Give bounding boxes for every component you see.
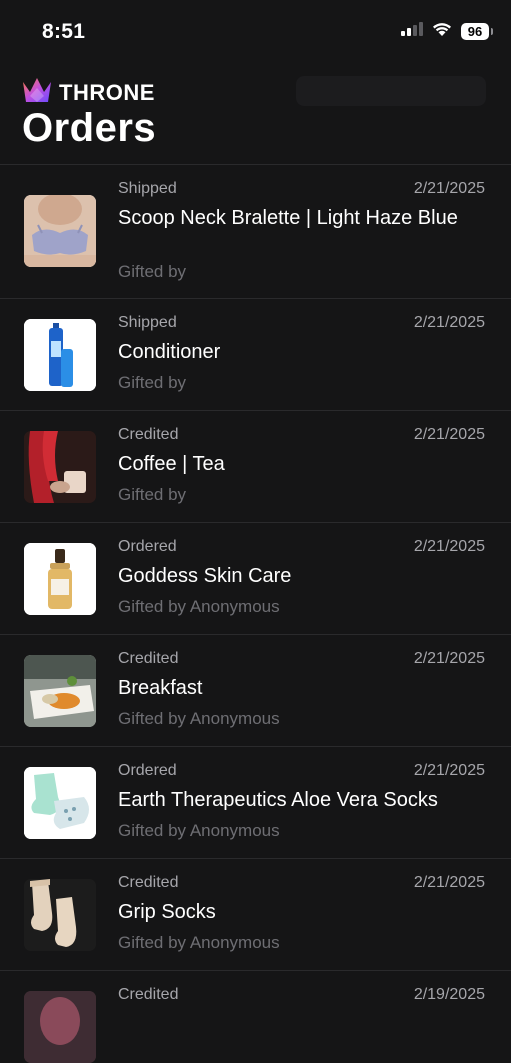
gifted-by-label: Gifted by: [118, 373, 187, 392]
gifted-by-label: Gifted by: [118, 485, 187, 504]
order-status: Shipped: [118, 314, 177, 331]
gifted-by: Gifted by: [118, 373, 186, 393]
order-date: 2/21/2025: [413, 538, 485, 555]
order-date: 2/21/2025: [413, 314, 485, 331]
order-title: Breakfast: [118, 677, 203, 699]
gifted-by: Gifted by Anonymous: [118, 933, 280, 953]
status-time: 8:51: [42, 20, 86, 43]
order-row[interactable]: Credited 2/21/2025 Coffee | Tea Gifted b…: [0, 411, 511, 523]
gifter-name: Anonymous: [189, 821, 280, 840]
order-date: 2/21/2025: [413, 874, 485, 891]
gifted-by: Gifted by Anonymous: [118, 821, 280, 841]
gifted-by-label: Gifted by: [118, 709, 187, 728]
product-image-partial: [24, 991, 96, 1063]
product-image-aloe-socks: [24, 767, 96, 839]
order-row[interactable]: Ordered 2/21/2025 Earth Therapeutics Alo…: [0, 747, 511, 859]
orders-list: Shipped 2/21/2025 Scoop Neck Bralette | …: [0, 165, 511, 1063]
order-status: Credited: [118, 426, 179, 443]
product-image-skin-care: [24, 543, 96, 615]
order-title: Goddess Skin Care: [118, 565, 292, 587]
order-row[interactable]: Ordered 2/21/2025 Goddess Skin Care Gift…: [0, 523, 511, 635]
order-title: Grip Socks: [118, 901, 216, 923]
product-image-bralette: [24, 195, 96, 267]
gifter-name: Anonymous: [189, 709, 280, 728]
gifted-by: Gifted by Anonymous: [118, 597, 280, 617]
status-bar: 8:51 96: [0, 0, 511, 64]
order-row[interactable]: Shipped 2/21/2025 Scoop Neck Bralette | …: [0, 165, 511, 299]
order-date: 2/21/2025: [413, 650, 485, 667]
order-title: Coffee | Tea: [118, 453, 225, 475]
gifter-name: Anonymous: [189, 597, 280, 616]
order-status: Ordered: [118, 762, 177, 779]
cellular-signal-icon: [401, 22, 423, 41]
battery-icon: 96: [461, 23, 493, 40]
order-status: Credited: [118, 874, 179, 891]
order-date: 2/21/2025: [413, 180, 485, 197]
header-action[interactable]: [296, 76, 486, 106]
wifi-icon: [431, 21, 453, 42]
gifted-by-label: Gifted by: [118, 597, 187, 616]
page-title: Orders: [22, 106, 157, 150]
order-status: Ordered: [118, 538, 177, 555]
order-status: Shipped: [118, 180, 177, 197]
order-status: Credited: [118, 650, 179, 667]
product-image-conditioner: [24, 319, 96, 391]
product-image-breakfast: [24, 655, 96, 727]
gifted-by-label: Gifted by: [118, 821, 187, 840]
order-title: Earth Therapeutics Aloe Vera Socks: [118, 789, 438, 811]
order-status: Credited: [118, 986, 179, 1003]
order-row[interactable]: Credited 2/21/2025 Grip Socks Gifted by …: [0, 859, 511, 971]
gifter-name: Anonymous: [189, 933, 280, 952]
gifted-by-label: Gifted by: [118, 262, 187, 281]
order-title: Conditioner: [118, 341, 221, 363]
order-row[interactable]: Credited 2/21/2025 Breakfast Gifted by A…: [0, 635, 511, 747]
brand-name: THRONE: [59, 79, 155, 105]
status-icons: 96: [401, 21, 493, 42]
product-image-grip-socks: [24, 879, 96, 951]
order-row[interactable]: Credited 2/19/2025: [0, 971, 511, 1063]
gifted-by: Gifted by: [118, 485, 186, 505]
header: THRONE Orders: [0, 64, 511, 165]
order-date: 2/21/2025: [413, 762, 485, 779]
order-row[interactable]: Shipped 2/21/2025 Conditioner Gifted by: [0, 299, 511, 411]
order-date: 2/19/2025: [413, 986, 485, 1003]
gifted-by-label: Gifted by: [118, 933, 187, 952]
order-title: Scoop Neck Bralette | Light Haze Blue: [118, 207, 458, 229]
gifted-by: Gifted by: [118, 262, 186, 282]
gifted-by: Gifted by Anonymous: [118, 709, 280, 729]
order-date: 2/21/2025: [413, 426, 485, 443]
product-image-coffee-tea: [24, 431, 96, 503]
